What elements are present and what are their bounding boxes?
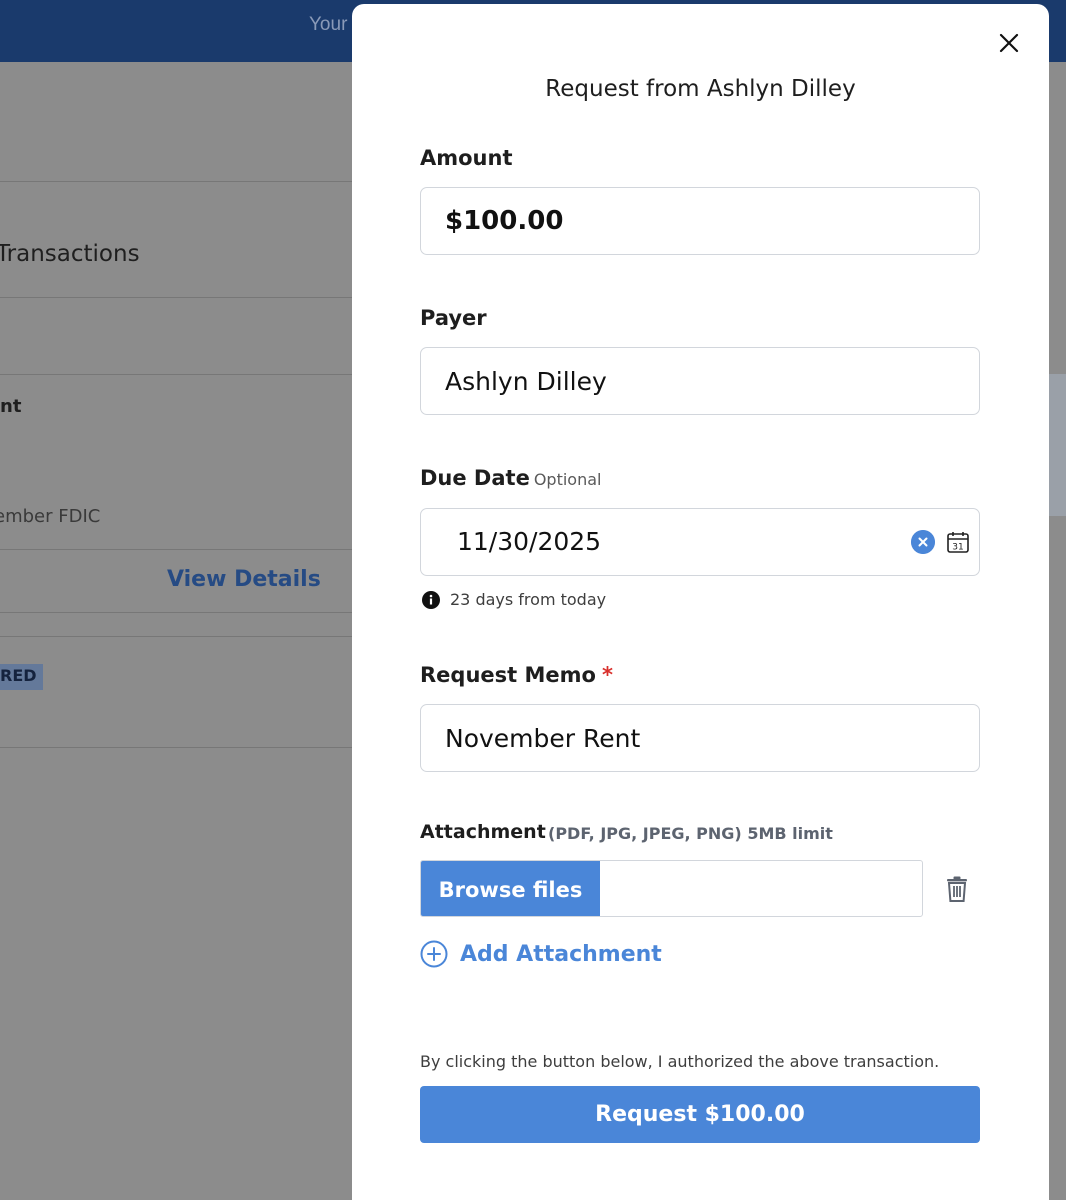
transactions-heading: Transactions xyxy=(0,241,140,267)
plus-circle-icon xyxy=(420,940,448,968)
amount-label: Amount xyxy=(420,146,513,170)
divider xyxy=(0,636,352,637)
background-panel xyxy=(1048,374,1066,516)
due-date-field[interactable]: 11/30/2025 31 xyxy=(420,508,980,576)
authorization-text: By clicking the button below, I authoriz… xyxy=(420,1052,940,1071)
due-date-label-text: Due Date xyxy=(420,466,530,490)
memo-label: Request Memo * xyxy=(420,663,613,687)
divider xyxy=(0,612,352,613)
add-attachment-button[interactable]: Add Attachment xyxy=(420,940,662,968)
memo-input[interactable] xyxy=(420,704,980,772)
divider xyxy=(0,181,352,182)
browse-files-button[interactable]: Browse files xyxy=(421,861,600,916)
fdic-text: ember FDIC xyxy=(0,506,101,527)
amount-input[interactable] xyxy=(420,187,980,255)
payer-input[interactable] xyxy=(420,347,980,415)
status-badge: RED xyxy=(0,664,43,690)
attachment-limit: (PDF, JPG, JPEG, PNG) 5MB limit xyxy=(548,824,833,843)
attachment-label: Attachment xyxy=(420,821,546,843)
close-icon[interactable] xyxy=(996,30,1022,56)
svg-text:31: 31 xyxy=(952,543,963,553)
top-bar-text: Your xyxy=(309,14,348,35)
request-submit-button[interactable]: Request $100.00 xyxy=(420,1086,980,1143)
optional-tag: Optional xyxy=(533,470,602,489)
file-input[interactable]: Browse files xyxy=(420,860,923,917)
add-attachment-label: Add Attachment xyxy=(460,941,662,967)
due-date-hint-text: 23 days from today xyxy=(450,590,607,609)
view-details-link[interactable]: View Details xyxy=(167,567,321,592)
request-modal: Request from Ashlyn Dilley Amount Payer … xyxy=(352,4,1049,1200)
memo-label-text: Request Memo xyxy=(420,663,596,687)
due-date-label: Due Date Optional xyxy=(420,466,601,490)
divider xyxy=(0,297,352,298)
payer-label: Payer xyxy=(420,306,487,330)
info-icon xyxy=(422,590,440,609)
modal-title: Request from Ashlyn Dilley xyxy=(545,76,856,102)
calendar-icon[interactable]: 31 xyxy=(946,530,970,554)
due-date-value: 11/30/2025 xyxy=(457,527,602,556)
divider xyxy=(0,374,352,375)
due-date-hint: 23 days from today xyxy=(422,590,606,609)
required-mark: * xyxy=(601,663,613,687)
account-label: nt xyxy=(0,396,22,417)
divider xyxy=(0,549,352,550)
divider xyxy=(0,747,352,748)
clear-date-icon[interactable] xyxy=(911,530,935,554)
trash-icon[interactable] xyxy=(946,876,968,902)
